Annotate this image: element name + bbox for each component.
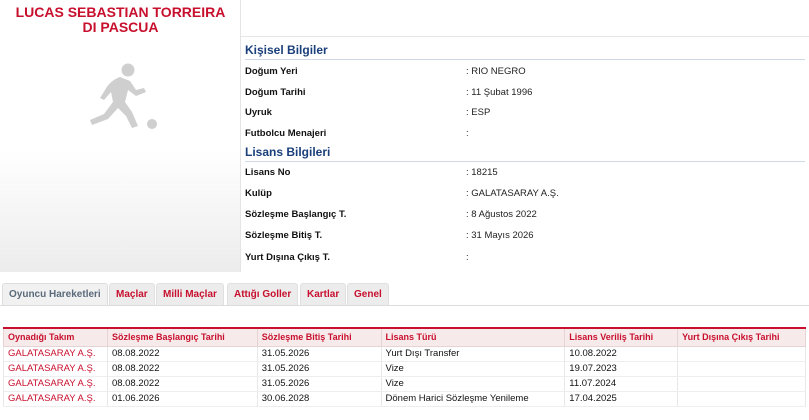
tab-bar: Oyuncu Hareketleri Maçlar Milli Maçlar A… [0, 283, 809, 305]
info-label: Sözleşme Başlangıç T. [245, 209, 347, 220]
info-value: : 11 Şubat 1996 [466, 87, 533, 98]
info-row-nationality: Uyruk : ESP [245, 107, 805, 127]
info-row-contract-start: Sözleşme Başlangıç T. : 8 Ağustos 2022 [245, 209, 805, 229]
col-license-date[interactable]: Lisans Veriliş Tarihi [564, 327, 679, 347]
table-row: GALATASARAY A.Ş. 08.08.2022 31.05.2026 V… [3, 376, 806, 392]
cell-abroad-exit [677, 361, 806, 377]
info-value: : [466, 252, 469, 263]
tab-general[interactable]: Genel [347, 283, 389, 305]
cell-contract-start: 08.08.2022 [106, 376, 258, 392]
table-row: GALATASARAY A.Ş. 08.08.2022 31.05.2026 Y… [3, 346, 806, 362]
info-row-club: Kulüp : GALATASARAY A.Ş. [245, 188, 805, 208]
col-contract-end[interactable]: Sözleşme Bitiş Tarihi [256, 327, 382, 347]
tab-player-movements[interactable]: Oyuncu Hareketleri [2, 283, 108, 305]
tab-content-band [0, 306, 809, 326]
info-row-birthplace: Doğum Yeri : RIO NEGRO [245, 66, 805, 86]
cell-abroad-exit [677, 391, 806, 407]
info-label: Yurt Dışına Çıkış T. [245, 252, 330, 263]
profile-panel: LUCAS SEBASTIAN TORREIRA DI PASCUA [0, 0, 241, 272]
tab-goals[interactable]: Attığı Goller [227, 283, 299, 305]
player-silhouette-icon [90, 63, 157, 129]
cell-abroad-exit [677, 376, 806, 392]
info-label: Kulüp [245, 188, 272, 199]
cell-contract-start: 01.06.2026 [106, 391, 258, 407]
cell-license-date: 17.04.2025 [564, 391, 679, 407]
info-label: Sözleşme Bitiş T. [245, 230, 323, 241]
info-row-abroad-exit: Yurt Dışına Çıkış T. : [245, 252, 805, 272]
info-value: : [466, 128, 469, 139]
cell-license-date: 11.07.2024 [564, 376, 679, 392]
info-label: Uyruk [245, 107, 272, 118]
info-row-license-no: Lisans No : 18215 [245, 167, 805, 187]
cell-contract-end: 30.06.2028 [256, 391, 382, 407]
table-row: GALATASARAY A.Ş. 01.06.2026 30.06.2028 D… [3, 391, 806, 407]
cell-team[interactable]: GALATASARAY A.Ş. [3, 346, 108, 362]
info-value: : 8 Ağustos 2022 [466, 209, 537, 220]
cell-license-type: Dönem Harici Sözleşme Yenileme [380, 391, 566, 407]
col-team[interactable]: Oynadığı Takım [3, 327, 108, 347]
cell-contract-end: 31.05.2026 [256, 376, 382, 392]
tab-national-matches[interactable]: Milli Maçlar [156, 283, 224, 305]
info-row-contract-end: Sözleşme Bitiş T. : 31 Mayıs 2026 [245, 230, 805, 250]
info-label: Futbolcu Menajeri [245, 128, 327, 139]
tab-matches[interactable]: Maçlar [109, 283, 155, 305]
cell-license-type: Yurt Dışı Transfer [380, 346, 566, 362]
info-value: : RIO NEGRO [466, 66, 526, 77]
cell-contract-start: 08.08.2022 [106, 346, 258, 362]
license-info-title: Lisans Bilgileri [245, 145, 805, 162]
cell-contract-start: 08.08.2022 [106, 361, 258, 377]
header-divider [241, 36, 809, 37]
player-name: LUCAS SEBASTIAN TORREIRA DI PASCUA [15, 4, 226, 35]
info-label: Doğum Tarihi [245, 87, 306, 98]
info-value: : 31 Mayıs 2026 [466, 230, 534, 241]
cell-team[interactable]: GALATASARAY A.Ş. [3, 361, 108, 377]
transfer-table: Oynadığı Takım Sözleşme Başlangıç Tarihi… [3, 327, 806, 407]
col-abroad-exit[interactable]: Yurt Dışına Çıkış Tarihi [677, 327, 806, 347]
info-value: : 18215 [466, 167, 498, 178]
personal-info-title: Kişisel Bilgiler [245, 43, 805, 60]
table-row: GALATASARAY A.Ş. 08.08.2022 31.05.2026 V… [3, 361, 806, 377]
info-row-birthdate: Doğum Tarihi : 11 Şubat 1996 [245, 87, 805, 107]
tab-cards[interactable]: Kartlar [300, 283, 347, 305]
cell-license-date: 10.08.2022 [564, 346, 679, 362]
cell-team[interactable]: GALATASARAY A.Ş. [3, 391, 108, 407]
info-label: Lisans No [245, 167, 291, 178]
cell-license-date: 19.07.2023 [564, 361, 679, 377]
col-contract-start[interactable]: Sözleşme Başlangıç Tarihi [106, 327, 258, 347]
cell-team[interactable]: GALATASARAY A.Ş. [3, 376, 108, 392]
cell-license-type: Vize [380, 361, 566, 377]
cell-abroad-exit [677, 346, 806, 362]
cell-license-type: Vize [380, 376, 566, 392]
info-label: Doğum Yeri [245, 66, 298, 77]
cell-contract-end: 31.05.2026 [256, 361, 382, 377]
info-value: : ESP [466, 107, 491, 118]
col-license-type[interactable]: Lisans Türü [380, 327, 566, 347]
cell-contract-end: 31.05.2026 [256, 346, 382, 362]
info-value: : GALATASARAY A.Ş. [466, 188, 559, 199]
table-header-row: Oynadığı Takım Sözleşme Başlangıç Tarihi… [3, 327, 806, 347]
